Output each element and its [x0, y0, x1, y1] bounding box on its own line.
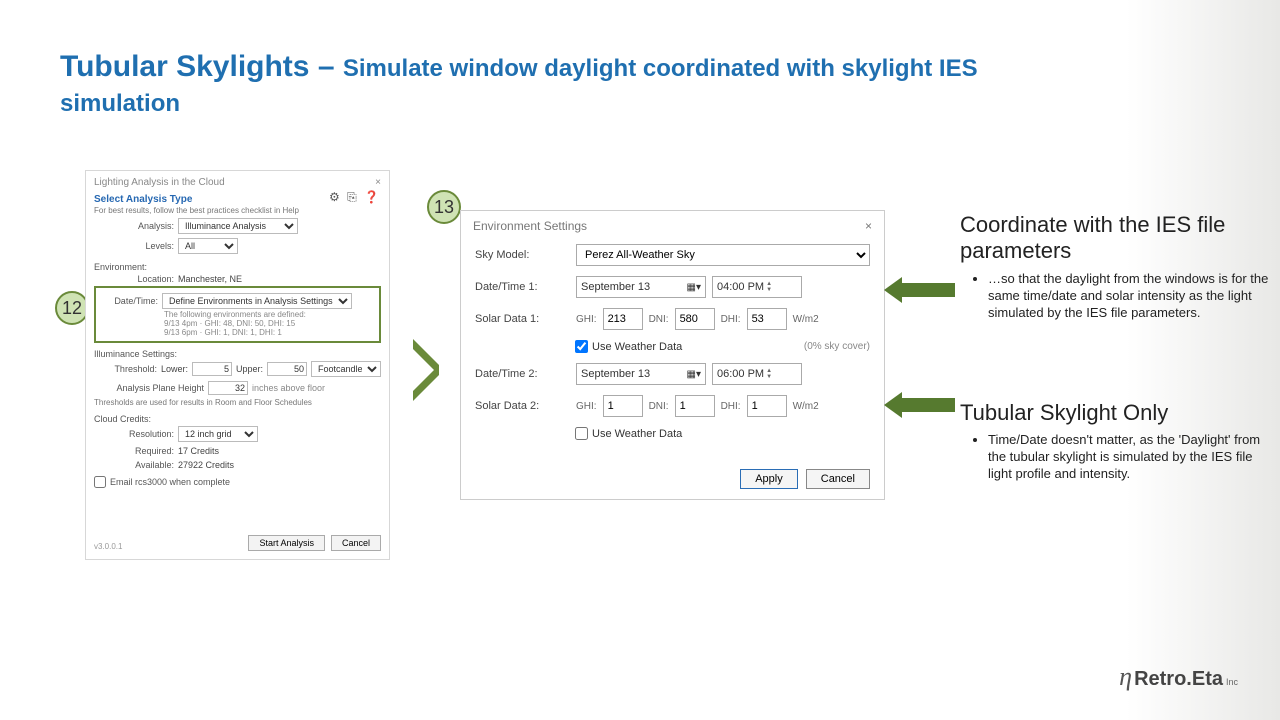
env-panel-title: Environment Settings — [473, 219, 587, 233]
plane-height-label: Analysis Plane Height — [94, 383, 204, 393]
explain2-bullet: Time/Date doesn't matter, as the 'Daylig… — [988, 432, 1275, 483]
lower-input[interactable] — [192, 362, 232, 376]
settings-icons[interactable]: ⚙ ⎘ ❓ — [329, 190, 381, 205]
ghi-label: GHI: — [576, 314, 597, 325]
lighting-analysis-panel: Lighting Analysis in the Cloud × Select … — [85, 170, 390, 560]
version-label: v3.0.0.1 — [94, 542, 122, 551]
required-label: Required: — [94, 446, 174, 456]
apply-button[interactable]: Apply — [740, 469, 798, 489]
retroeta-logo: η Retro.Eta Inc — [1119, 662, 1238, 692]
step-badge-13: 13 — [427, 190, 461, 224]
env-note-2: 9/13 4pm · GHI: 48, DNI: 50, DHI: 15 — [102, 319, 373, 328]
available-value: 27922 Credits — [178, 460, 381, 470]
location-value: Manchester, NE — [178, 274, 381, 284]
dhi-label: DHI: — [721, 314, 741, 325]
logo-text: Retro.Eta — [1134, 668, 1223, 691]
wm2-unit: W/m2 — [793, 314, 819, 325]
title-main: Tubular Skylights – — [60, 50, 343, 83]
environment-settings-panel: Environment Settings × Sky Model: Perez … — [460, 210, 885, 500]
date1-picker[interactable]: September 13▦▾ — [576, 276, 706, 298]
location-label: Location: — [94, 274, 174, 284]
schedule-note: Thresholds are used for results in Room … — [86, 397, 389, 408]
ghi1-input[interactable] — [603, 308, 643, 330]
env-note-3: 9/13 6pm · GHI: 1, DNI: 1, DHI: 1 — [102, 328, 373, 337]
solar2-label: Solar Data 2: — [475, 400, 570, 412]
solar1-label: Solar Data 1: — [475, 313, 570, 325]
available-label: Available: — [94, 460, 174, 470]
close-icon[interactable]: × — [375, 177, 381, 188]
use-weather-2-checkbox[interactable] — [575, 427, 588, 440]
email-checkbox[interactable] — [94, 476, 106, 488]
sky-model-select[interactable]: Perez All-Weather Sky — [576, 244, 870, 266]
analysis-label: Analysis: — [94, 221, 174, 231]
step-badge-12: 12 — [55, 291, 89, 325]
section-select-analysis: Select Analysis Type — [86, 190, 200, 205]
required-value: 17 Credits — [178, 446, 381, 456]
spinner-icon: ▲▼ — [766, 281, 776, 293]
explain-tubular: Tubular Skylight Only Time/Date doesn't … — [960, 400, 1275, 483]
spinner-icon: ▲▼ — [766, 368, 776, 380]
datetime-label: Date/Time: — [102, 296, 158, 306]
arrow-left-icon — [900, 398, 955, 412]
upper-label: Upper: — [236, 364, 263, 374]
arrow-left-icon — [900, 283, 955, 297]
explain1-bullet: …so that the daylight from the windows i… — [988, 271, 1275, 322]
illuminance-header: Illuminance Settings: — [86, 343, 389, 359]
resolution-select[interactable]: 12 inch grid — [178, 426, 258, 442]
use-weather-2-label: Use Weather Data — [592, 428, 682, 440]
plane-unit: inches above floor — [252, 383, 325, 393]
upper-input[interactable] — [267, 362, 307, 376]
calendar-icon: ▦▾ — [687, 369, 701, 380]
title-line2: simulation — [60, 90, 1240, 118]
ghi-label: GHI: — [576, 401, 597, 412]
explain2-heading: Tubular Skylight Only — [960, 400, 1275, 426]
dhi1-input[interactable] — [747, 308, 787, 330]
cloud-credits-header: Cloud Credits: — [86, 408, 389, 424]
dhi-label: DHI: — [721, 401, 741, 412]
dni-label: DNI: — [649, 314, 669, 325]
wm2-unit: W/m2 — [793, 401, 819, 412]
datetime1-label: Date/Time 1: — [475, 281, 570, 293]
sky-model-label: Sky Model: — [475, 249, 570, 261]
units-select[interactable]: Footcandles — [311, 361, 381, 377]
start-analysis-button[interactable]: Start Analysis — [248, 535, 325, 551]
sky-cover-1: (0% sky cover) — [804, 341, 870, 352]
best-practices-note: For best results, follow the best practi… — [86, 205, 389, 216]
levels-label: Levels: — [94, 241, 174, 251]
time2-picker[interactable]: 06:00 PM▲▼ — [712, 363, 802, 385]
cancel-button[interactable]: Cancel — [331, 535, 381, 551]
date2-picker[interactable]: September 13▦▾ — [576, 363, 706, 385]
datetime-select[interactable]: Define Environments in Analysis Settings — [162, 293, 352, 309]
plane-height-input[interactable] — [208, 381, 248, 395]
use-weather-1-checkbox[interactable] — [575, 340, 588, 353]
slide-title: Tubular Skylights – Simulate window dayl… — [60, 50, 1240, 118]
email-label: Email rcs3000 when complete — [110, 477, 230, 487]
env-note-1: The following environments are defined: — [102, 310, 373, 319]
panel-title: Lighting Analysis in the Cloud — [94, 177, 225, 188]
title-sub: Simulate window daylight coordinated wit… — [343, 55, 978, 82]
dni1-input[interactable] — [675, 308, 715, 330]
explain-coordinate: Coordinate with the IES file parameters … — [960, 212, 1275, 321]
use-weather-1-label: Use Weather Data — [592, 341, 682, 353]
levels-select[interactable]: All — [178, 238, 238, 254]
dni-label: DNI: — [649, 401, 669, 412]
threshold-label: Threshold: — [94, 364, 157, 374]
explain1-heading: Coordinate with the IES file parameters — [960, 212, 1275, 265]
dhi2-input[interactable] — [747, 395, 787, 417]
time1-picker[interactable]: 04:00 PM▲▼ — [712, 276, 802, 298]
eta-icon: η — [1119, 662, 1132, 692]
chevron-right-icon — [413, 330, 451, 410]
dni2-input[interactable] — [675, 395, 715, 417]
close-icon[interactable]: × — [865, 219, 872, 233]
calendar-icon: ▦▾ — [687, 282, 701, 293]
ghi2-input[interactable] — [603, 395, 643, 417]
cancel-button[interactable]: Cancel — [806, 469, 870, 489]
logo-inc: Inc — [1226, 677, 1238, 687]
analysis-select[interactable]: Illuminance Analysis — [178, 218, 298, 234]
environment-header: Environment: — [86, 256, 389, 272]
resolution-label: Resolution: — [94, 429, 174, 439]
lower-label: Lower: — [161, 364, 188, 374]
datetime2-label: Date/Time 2: — [475, 368, 570, 380]
environment-highlight-box: Date/Time: Define Environments in Analys… — [94, 286, 381, 343]
